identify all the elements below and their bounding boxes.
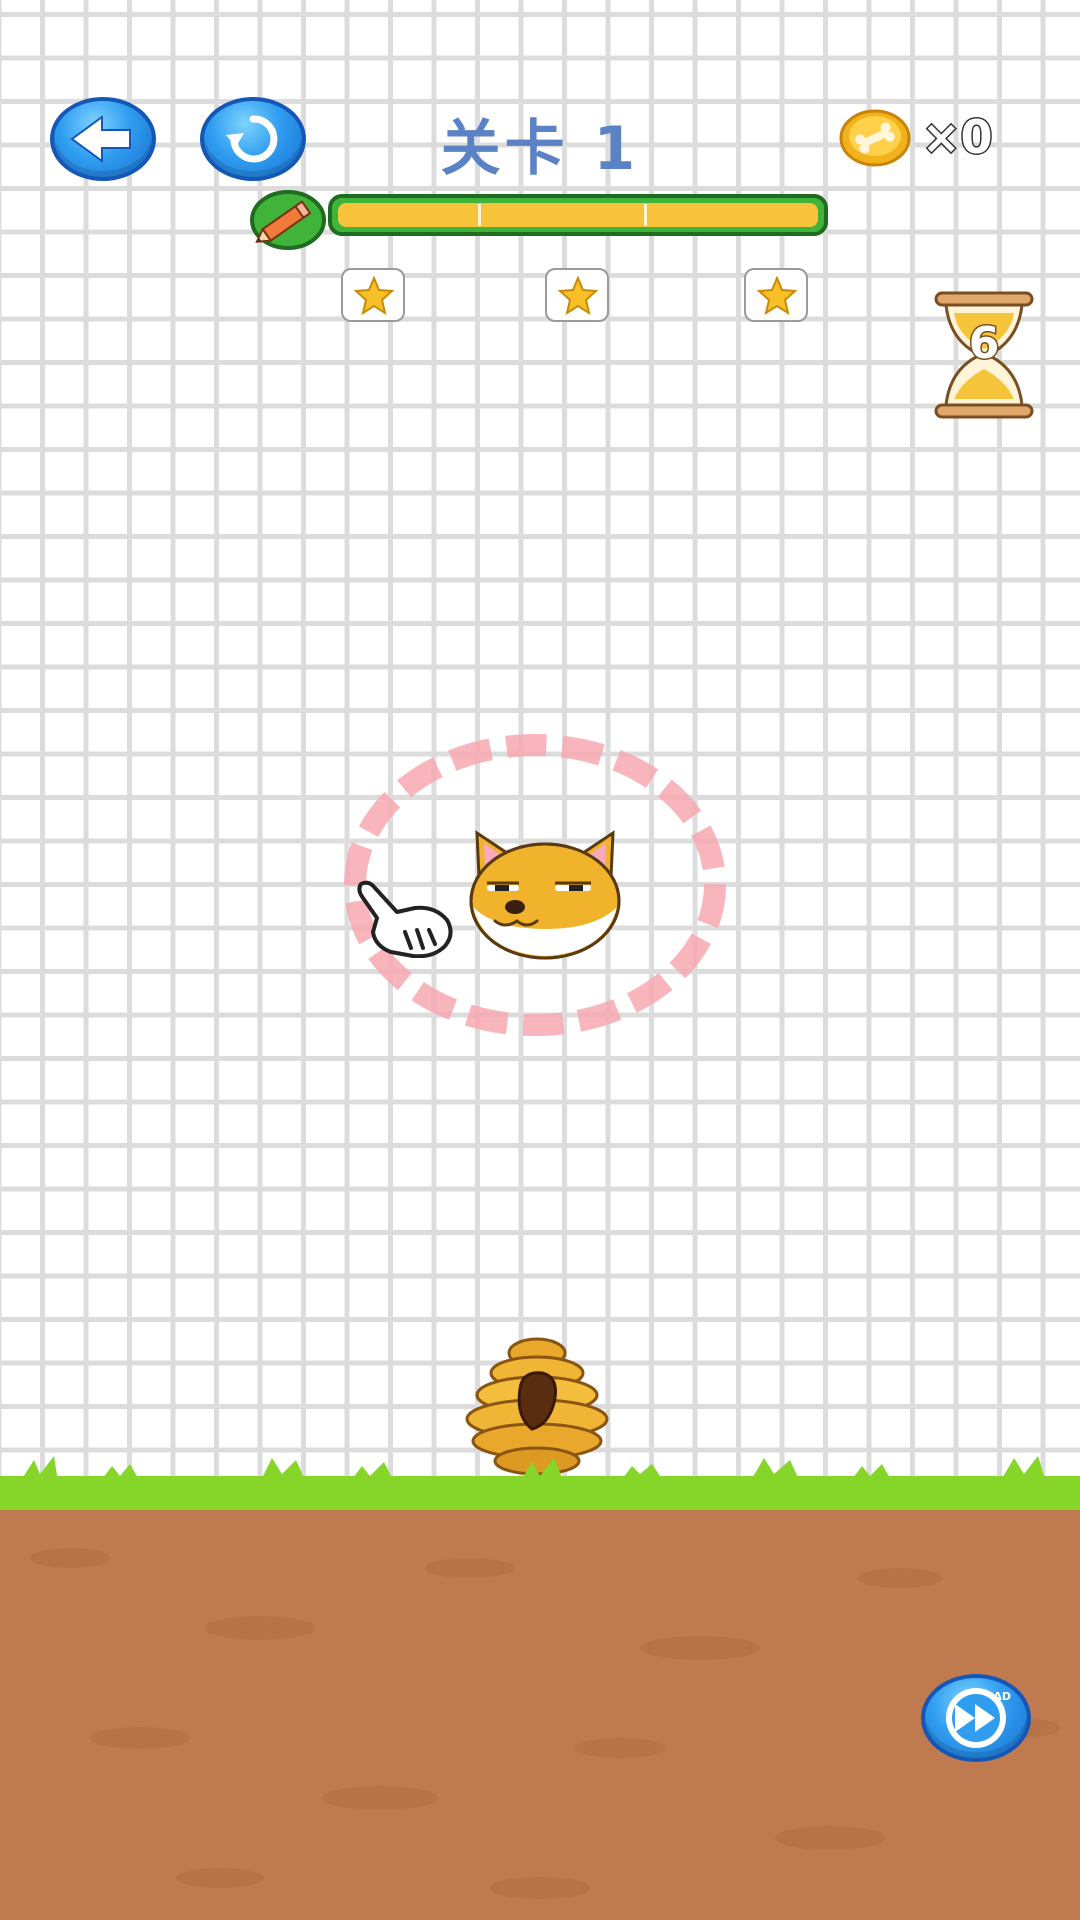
skip-level-ad-button[interactable]: AD — [921, 1674, 1031, 1762]
pointing-hand-icon — [357, 880, 453, 958]
game-stage[interactable]: 关卡 1 ×0 6 AD — [0, 0, 1080, 1920]
dirt-ground — [0, 1478, 1080, 1920]
shiba-dog-character — [469, 830, 621, 960]
grass-tufts — [20, 1456, 1046, 1482]
ground-texture — [30, 1548, 1060, 1899]
bar-divider — [478, 204, 481, 226]
restart-button[interactable] — [200, 97, 306, 181]
pencil-icon — [250, 190, 326, 250]
fast-forward-icon — [946, 1688, 1006, 1748]
timer-value: 6 — [967, 317, 1001, 371]
star-slot-1 — [341, 268, 405, 322]
coin-count: ×0 — [921, 109, 995, 166]
bone-coin-icon — [839, 109, 911, 167]
star-icon — [557, 276, 599, 316]
back-arrow-icon — [70, 115, 131, 163]
back-button[interactable] — [50, 97, 156, 181]
level-title: 关卡 1 — [440, 114, 640, 184]
star-icon — [756, 276, 798, 316]
ink-bar-track — [328, 194, 828, 236]
star-icon — [353, 276, 395, 316]
restart-icon — [226, 115, 278, 163]
star-slot-3 — [744, 268, 808, 322]
ad-badge: AD — [993, 1690, 1011, 1703]
ink-bar-fill — [338, 203, 818, 227]
bar-divider — [644, 204, 647, 226]
ink-progress-bar — [248, 190, 834, 250]
star-slot-2 — [545, 268, 609, 322]
